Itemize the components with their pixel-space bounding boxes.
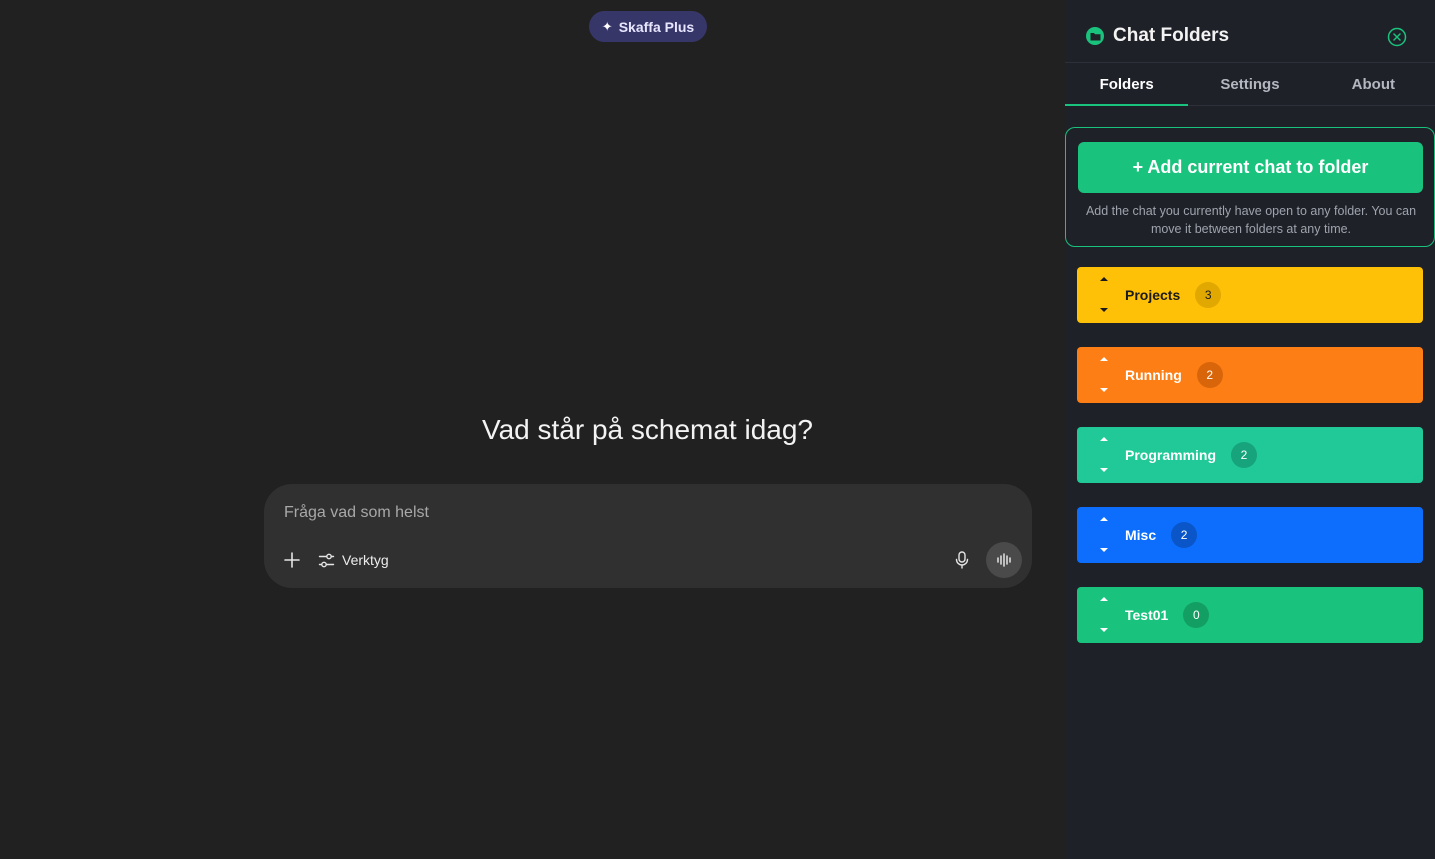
microphone-icon <box>955 551 969 569</box>
dictate-button[interactable] <box>950 546 974 574</box>
upgrade-plus-label: Skaffa Plus <box>618 18 695 35</box>
waveform-icon <box>997 553 1011 567</box>
folder-item[interactable]: Test01 0 <box>1077 587 1423 643</box>
move-up-icon[interactable] <box>1100 277 1108 281</box>
folder-logo-icon <box>1086 27 1104 45</box>
voice-mode-button[interactable] <box>986 542 1022 578</box>
folder-count-badge: 2 <box>1231 442 1258 468</box>
add-current-chat-button[interactable]: + Add current chat to folder <box>1078 142 1423 193</box>
folder-name: Test01 <box>1125 607 1169 623</box>
add-chat-card: + Add current chat to folder Add the cha… <box>1065 127 1435 247</box>
move-down-icon[interactable] <box>1100 548 1108 552</box>
move-down-icon[interactable] <box>1100 628 1108 632</box>
move-up-icon[interactable] <box>1100 357 1108 361</box>
sparkle-icon: ✦ <box>601 18 613 34</box>
move-up-icon[interactable] <box>1100 517 1108 521</box>
folder-item[interactable]: Projects 3 <box>1077 267 1423 323</box>
panel-tabs: Folders Settings About <box>1065 63 1435 106</box>
folder-name: Misc <box>1125 527 1157 543</box>
move-down-icon[interactable] <box>1100 388 1108 392</box>
message-input[interactable] <box>284 500 884 526</box>
move-down-icon[interactable] <box>1100 468 1108 472</box>
tab-about[interactable]: About <box>1312 63 1435 105</box>
move-up-icon[interactable] <box>1100 597 1108 601</box>
folder-item[interactable]: Misc 2 <box>1077 507 1423 563</box>
sliders-icon <box>318 553 335 567</box>
add-chat-description: Add the chat you currently have open to … <box>1085 204 1417 236</box>
move-up-icon[interactable] <box>1100 437 1108 441</box>
attach-button[interactable] <box>280 546 304 574</box>
folder-count-badge: 0 <box>1183 602 1210 628</box>
folder-count-badge: 2 <box>1196 362 1223 388</box>
folder-name: Running <box>1125 367 1182 383</box>
folder-item[interactable]: Running 2 <box>1077 347 1423 403</box>
tab-settings[interactable]: Settings <box>1188 63 1311 105</box>
tab-folders[interactable]: Folders <box>1065 63 1189 106</box>
folder-count-badge: 2 <box>1171 522 1198 548</box>
message-composer: Verktyg <box>264 484 1032 588</box>
move-down-icon[interactable] <box>1100 308 1108 312</box>
close-icon[interactable] <box>1387 27 1407 47</box>
panel-header: Chat Folders <box>1065 0 1435 63</box>
folder-name: Projects <box>1125 287 1181 303</box>
chat-folders-panel: Chat Folders Folders Settings About + Ad… <box>1065 0 1435 859</box>
folder-list: Projects 3 Running 2 Programming 2 Misc … <box>1077 267 1423 667</box>
plus-icon <box>284 552 300 568</box>
folder-item[interactable]: Programming 2 <box>1077 427 1423 483</box>
panel-title: Chat Folders <box>1113 25 1230 46</box>
chat-main-area: ✦ Skaffa Plus Vad står på schemat idag? … <box>0 0 1065 859</box>
tools-button[interactable]: Verktyg <box>318 546 389 574</box>
upgrade-plus-button[interactable]: ✦ Skaffa Plus <box>589 11 707 42</box>
folder-count-badge: 3 <box>1195 282 1222 308</box>
tools-label: Verktyg <box>342 552 389 568</box>
folder-name: Programming <box>1125 447 1217 463</box>
